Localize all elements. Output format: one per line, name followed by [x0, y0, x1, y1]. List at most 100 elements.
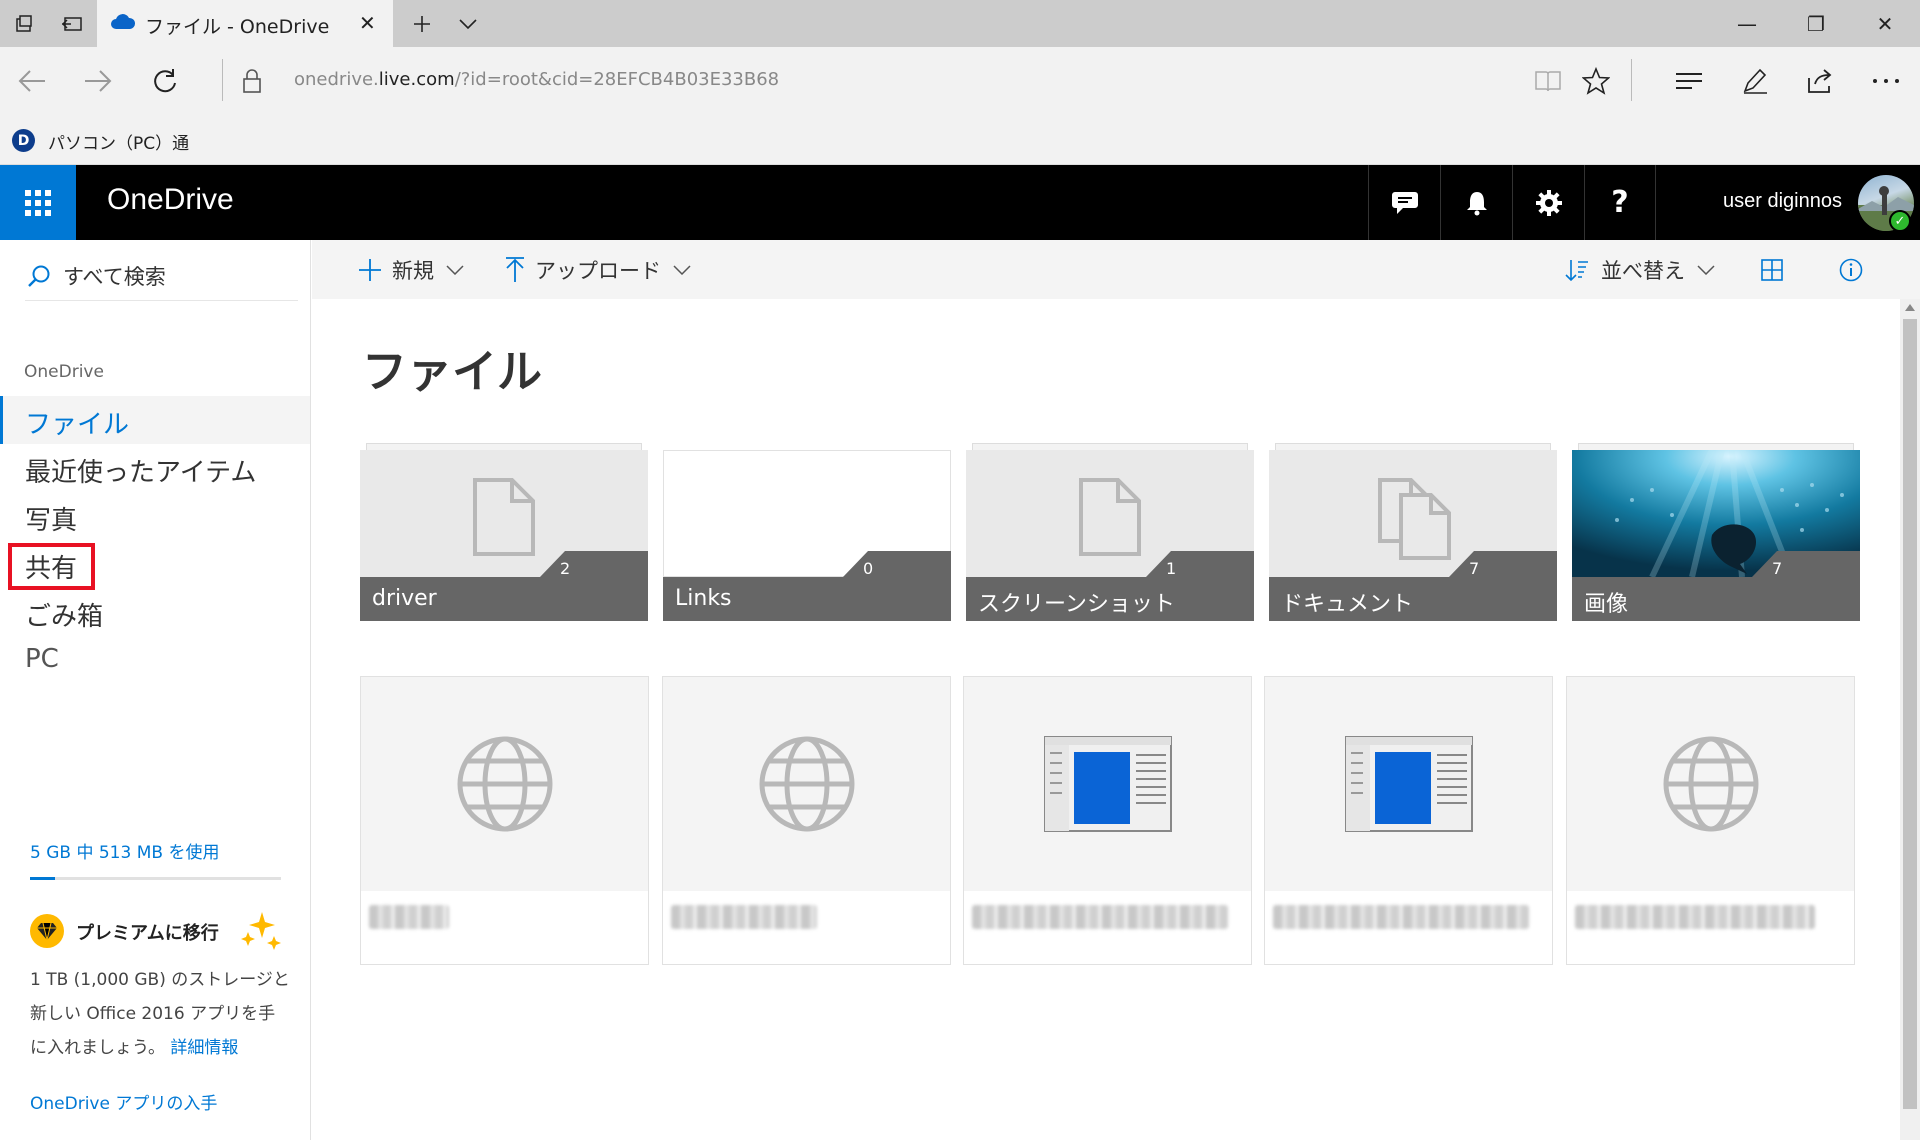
- blurred-file-name: [369, 905, 449, 929]
- upload-button[interactable]: アップロード: [505, 240, 691, 299]
- storage-quota-fill: [30, 877, 56, 880]
- bell-icon[interactable]: [1440, 165, 1512, 240]
- storage-quota-link[interactable]: 5 GB 中 513 MB を使用: [30, 838, 219, 863]
- nav-item-recent[interactable]: 最近使ったアイテム: [0, 444, 310, 492]
- folder-tile[interactable]: 7 画像: [1572, 443, 1860, 621]
- back-icon[interactable]: [8, 57, 56, 105]
- blurred-file-name: [972, 905, 1228, 929]
- globe-icon: [361, 677, 648, 891]
- more-icon[interactable]: [1862, 57, 1910, 105]
- reading-view-icon[interactable]: [1524, 57, 1572, 105]
- scrollbar-thumb[interactable]: [1903, 319, 1917, 1109]
- app-name[interactable]: OneDrive: [107, 183, 234, 217]
- scroll-up-arrow-icon[interactable]: [1905, 304, 1915, 311]
- sort-button[interactable]: 並べ替え: [1565, 240, 1715, 299]
- premium-title: プレミアムに移行: [76, 923, 219, 944]
- folder-count: 7: [1469, 559, 1480, 578]
- nav-item-files[interactable]: ファイル: [0, 396, 310, 444]
- grid-view-icon[interactable]: [1761, 240, 1783, 299]
- globe-icon: [663, 677, 950, 891]
- browser-tab-bar: ファイル - OneDrive ✕ — ❐ ✕: [0, 0, 1920, 47]
- pc-tsu-icon: D: [12, 129, 35, 152]
- blurred-file-name: [1273, 905, 1529, 929]
- nav-item-pc[interactable]: PC: [0, 636, 310, 684]
- refresh-icon[interactable]: [141, 57, 189, 105]
- folder-tab: [972, 443, 1248, 450]
- close-tab-icon[interactable]: ✕: [359, 11, 376, 35]
- file-tile[interactable]: [1264, 676, 1553, 965]
- info-icon[interactable]: [1839, 240, 1863, 299]
- search-box[interactable]: すべて検索: [25, 257, 298, 301]
- get-app-link[interactable]: OneDrive アプリの入手: [30, 1089, 217, 1114]
- nav-item-photos[interactable]: 写真: [0, 492, 310, 540]
- nav-section-heading: OneDrive: [24, 362, 104, 382]
- folder-tile[interactable]: 2 driver: [360, 443, 648, 621]
- folder-tile[interactable]: 1 スクリーンショット: [966, 443, 1254, 621]
- sort-icon: [1565, 259, 1588, 281]
- nav-item-label: 写真: [25, 506, 78, 536]
- divider: [222, 59, 223, 101]
- favorites-bar: D パソコン（PC）通: [0, 115, 1920, 165]
- premium-description: 1 TB (1,000 GB) のストレージと新しい Office 2016 ア…: [30, 963, 290, 1065]
- left-navigation: すべて検索 OneDrive ファイル 最近使ったアイテム 写真 共有 ごみ箱 …: [0, 240, 311, 1140]
- url-path: /?id=root&cid=28EFCB4B03E33B68: [454, 69, 780, 90]
- folder-name: 画像: [1584, 592, 1629, 617]
- nav-item-label: 最近使ったアイテム: [25, 458, 257, 488]
- forward-icon[interactable]: [74, 57, 122, 105]
- command-bar: 新規 アップロード 並べ替え: [312, 240, 1920, 299]
- folder-name: Links: [675, 586, 732, 611]
- new-tab-icon[interactable]: [398, 0, 445, 47]
- plus-icon: [359, 258, 381, 281]
- divider: [1631, 59, 1632, 101]
- file-tile[interactable]: [662, 676, 951, 965]
- new-label: 新規: [392, 258, 434, 283]
- search-label: すべて検索: [63, 265, 166, 289]
- app-window-icon: [964, 677, 1251, 891]
- main-content: ファイル 2 driver 0 Links 1 スクリーンショット 7 ドキュメ…: [312, 299, 1900, 1140]
- file-tile[interactable]: [1566, 676, 1855, 965]
- folder-tab: [1578, 443, 1854, 450]
- file-tile[interactable]: [360, 676, 649, 965]
- file-tile[interactable]: [963, 676, 1252, 965]
- nav-item-recycle-bin[interactable]: ごみ箱: [0, 588, 310, 636]
- share-icon[interactable]: [1796, 57, 1844, 105]
- app-launcher-icon[interactable]: [0, 165, 76, 240]
- gear-icon[interactable]: [1512, 165, 1584, 240]
- close-window-button[interactable]: ✕: [1850, 0, 1920, 47]
- folder-tile[interactable]: 7 ドキュメント: [1269, 443, 1557, 621]
- folder-count: 0: [863, 559, 874, 578]
- document-icon: [472, 477, 536, 557]
- learn-more-link[interactable]: 詳細情報: [170, 1038, 238, 1058]
- tab-title: ファイル - OneDrive: [145, 16, 330, 38]
- folder-tile[interactable]: 0 Links: [663, 450, 951, 621]
- tab-preview-chevron-icon[interactable]: [444, 0, 491, 47]
- user-name[interactable]: user diginnos: [1723, 190, 1842, 213]
- browser-tab[interactable]: ファイル - OneDrive ✕: [97, 0, 393, 47]
- address-bar: onedrive.live.com/?id=root&cid=28EFCB4B0…: [0, 47, 1920, 115]
- blurred-file-name: [671, 905, 817, 929]
- folder-name: ドキュメント: [1281, 592, 1414, 617]
- set-tabs-aside-icon[interactable]: [48, 0, 95, 47]
- folder-name: driver: [372, 586, 437, 611]
- chevron-down-icon: [673, 264, 691, 275]
- tab-list-icon[interactable]: [0, 0, 47, 47]
- favorite-item[interactable]: パソコン（PC）通: [48, 129, 189, 154]
- page-title: ファイル: [362, 346, 543, 397]
- chat-icon[interactable]: [1368, 165, 1440, 240]
- vertical-scrollbar[interactable]: [1900, 299, 1920, 1140]
- favorite-star-icon[interactable]: [1572, 57, 1620, 105]
- minimize-button[interactable]: —: [1712, 0, 1782, 47]
- chevron-down-icon: [1697, 264, 1715, 275]
- restore-button[interactable]: ❐: [1781, 0, 1851, 47]
- url-field[interactable]: onedrive.live.com/?id=root&cid=28EFCB4B0…: [294, 69, 779, 90]
- hub-icon[interactable]: [1665, 57, 1713, 105]
- onedrive-header: OneDrive ? user diginnos ✓: [0, 165, 1920, 240]
- web-note-pen-icon[interactable]: [1731, 57, 1779, 105]
- onedrive-cloud-icon: [110, 12, 136, 32]
- new-button[interactable]: 新規: [358, 240, 464, 299]
- chevron-down-icon: [446, 264, 464, 275]
- url-domain: live.com: [378, 69, 455, 90]
- documents-icon: [1377, 477, 1453, 561]
- storage-quota-bar: [30, 877, 281, 880]
- help-icon[interactable]: ?: [1584, 165, 1656, 240]
